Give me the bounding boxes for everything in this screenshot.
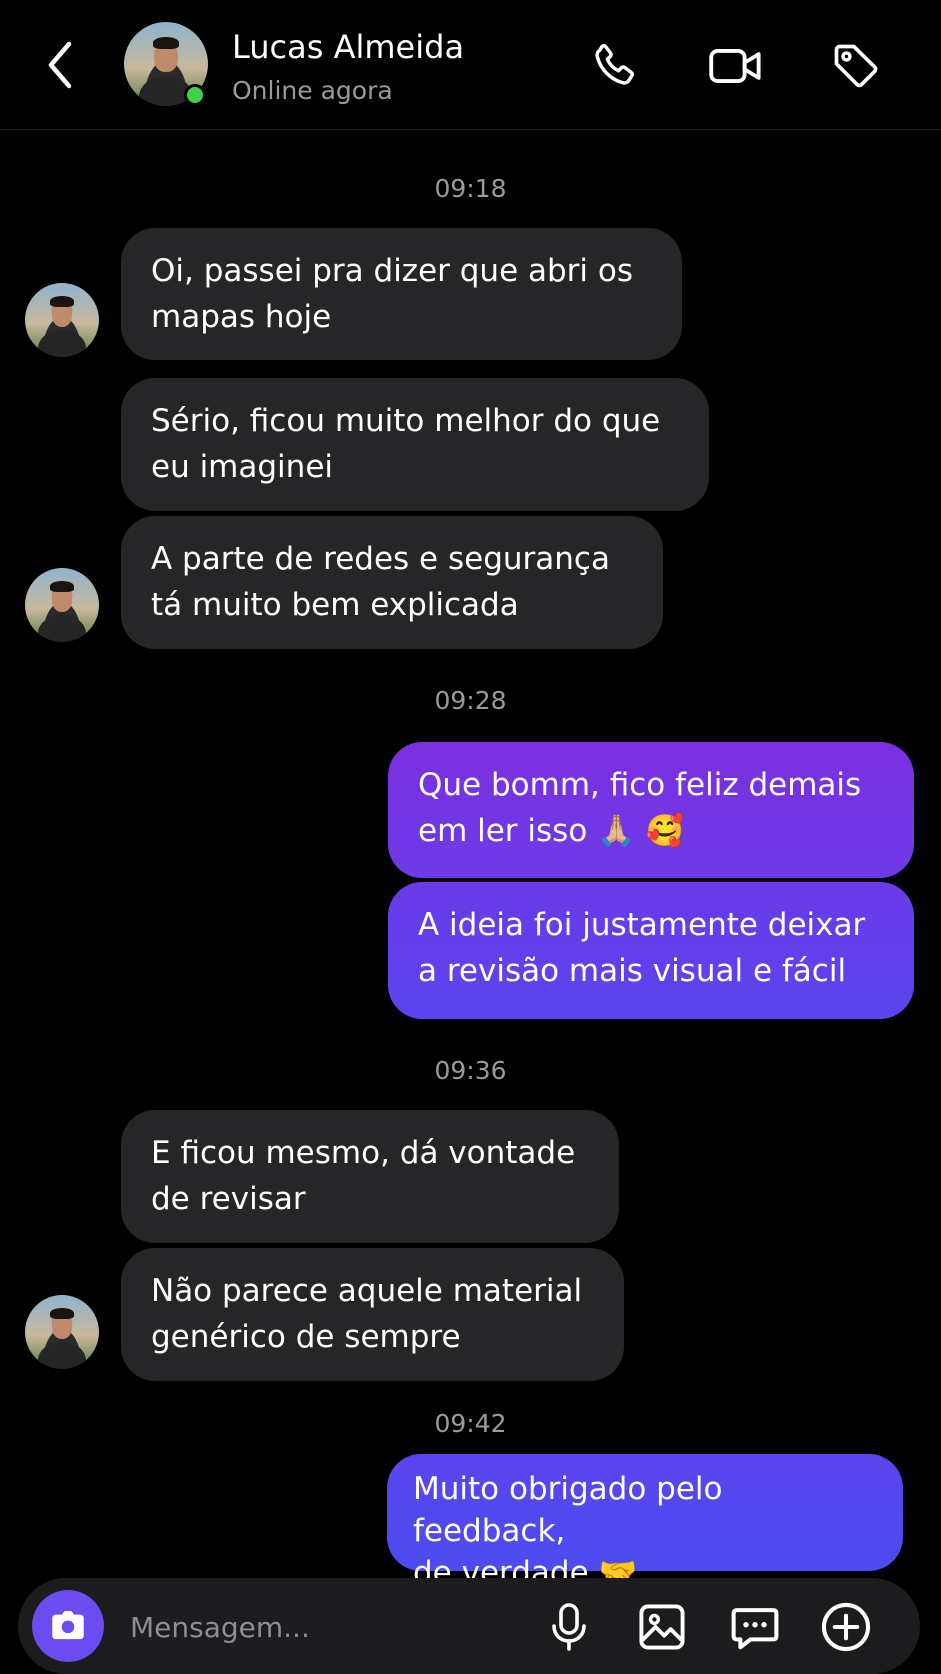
message-input[interactable]	[128, 1598, 522, 1656]
chat-options-button[interactable]	[728, 1600, 782, 1654]
incoming-message[interactable]: A parte de redes e segurança tá muito be…	[121, 516, 663, 649]
timestamp: 09:28	[434, 686, 507, 715]
more-button[interactable]	[819, 1600, 873, 1654]
gallery-button[interactable]	[635, 1600, 689, 1654]
timestamp: 09:18	[434, 174, 507, 203]
sender-avatar[interactable]	[25, 1295, 99, 1369]
chat-header: Lucas Almeida Online agora	[0, 0, 941, 130]
sender-avatar[interactable]	[25, 568, 99, 642]
incoming-message[interactable]: Oi, passei pra dizer que abri os mapas h…	[121, 228, 682, 360]
sender-avatar[interactable]	[25, 283, 99, 357]
back-button[interactable]	[40, 38, 80, 92]
tag-icon	[834, 44, 878, 88]
outgoing-message[interactable]: Muito obrigado pelo feedback, de verdade…	[387, 1454, 903, 1591]
message-composer	[18, 1578, 920, 1674]
outgoing-message[interactable]: Que bomm, fico feliz demais em ler isso …	[388, 742, 914, 878]
video-camera-icon	[709, 48, 761, 84]
timestamp: 09:36	[434, 1056, 507, 1085]
outgoing-message[interactable]: A ideia foi justamente deixar a revisão …	[388, 882, 914, 1019]
chat-bubble-icon	[731, 1608, 779, 1650]
phone-icon	[595, 43, 635, 85]
incoming-message[interactable]: E ficou mesmo, dá vontade de revisar	[121, 1110, 619, 1243]
chevron-left-icon	[48, 41, 72, 89]
camera-button[interactable]	[32, 1590, 104, 1662]
image-icon	[639, 1604, 685, 1650]
tag-button[interactable]	[828, 38, 884, 94]
online-indicator	[184, 84, 206, 106]
incoming-message[interactable]: Não parece aquele material genérico de s…	[121, 1248, 624, 1381]
contact-status: Online agora	[232, 76, 393, 105]
incoming-message[interactable]: Sério, ficou muito melhor do que eu imag…	[121, 378, 709, 511]
camera-icon	[52, 1610, 84, 1640]
microphone-icon	[552, 1603, 586, 1651]
timestamp: 09:42	[434, 1409, 507, 1438]
call-button[interactable]	[586, 38, 642, 94]
plus-circle-icon	[821, 1602, 871, 1652]
voice-message-button[interactable]	[542, 1600, 596, 1654]
contact-name[interactable]: Lucas Almeida	[232, 28, 464, 66]
video-call-button[interactable]	[708, 38, 764, 94]
